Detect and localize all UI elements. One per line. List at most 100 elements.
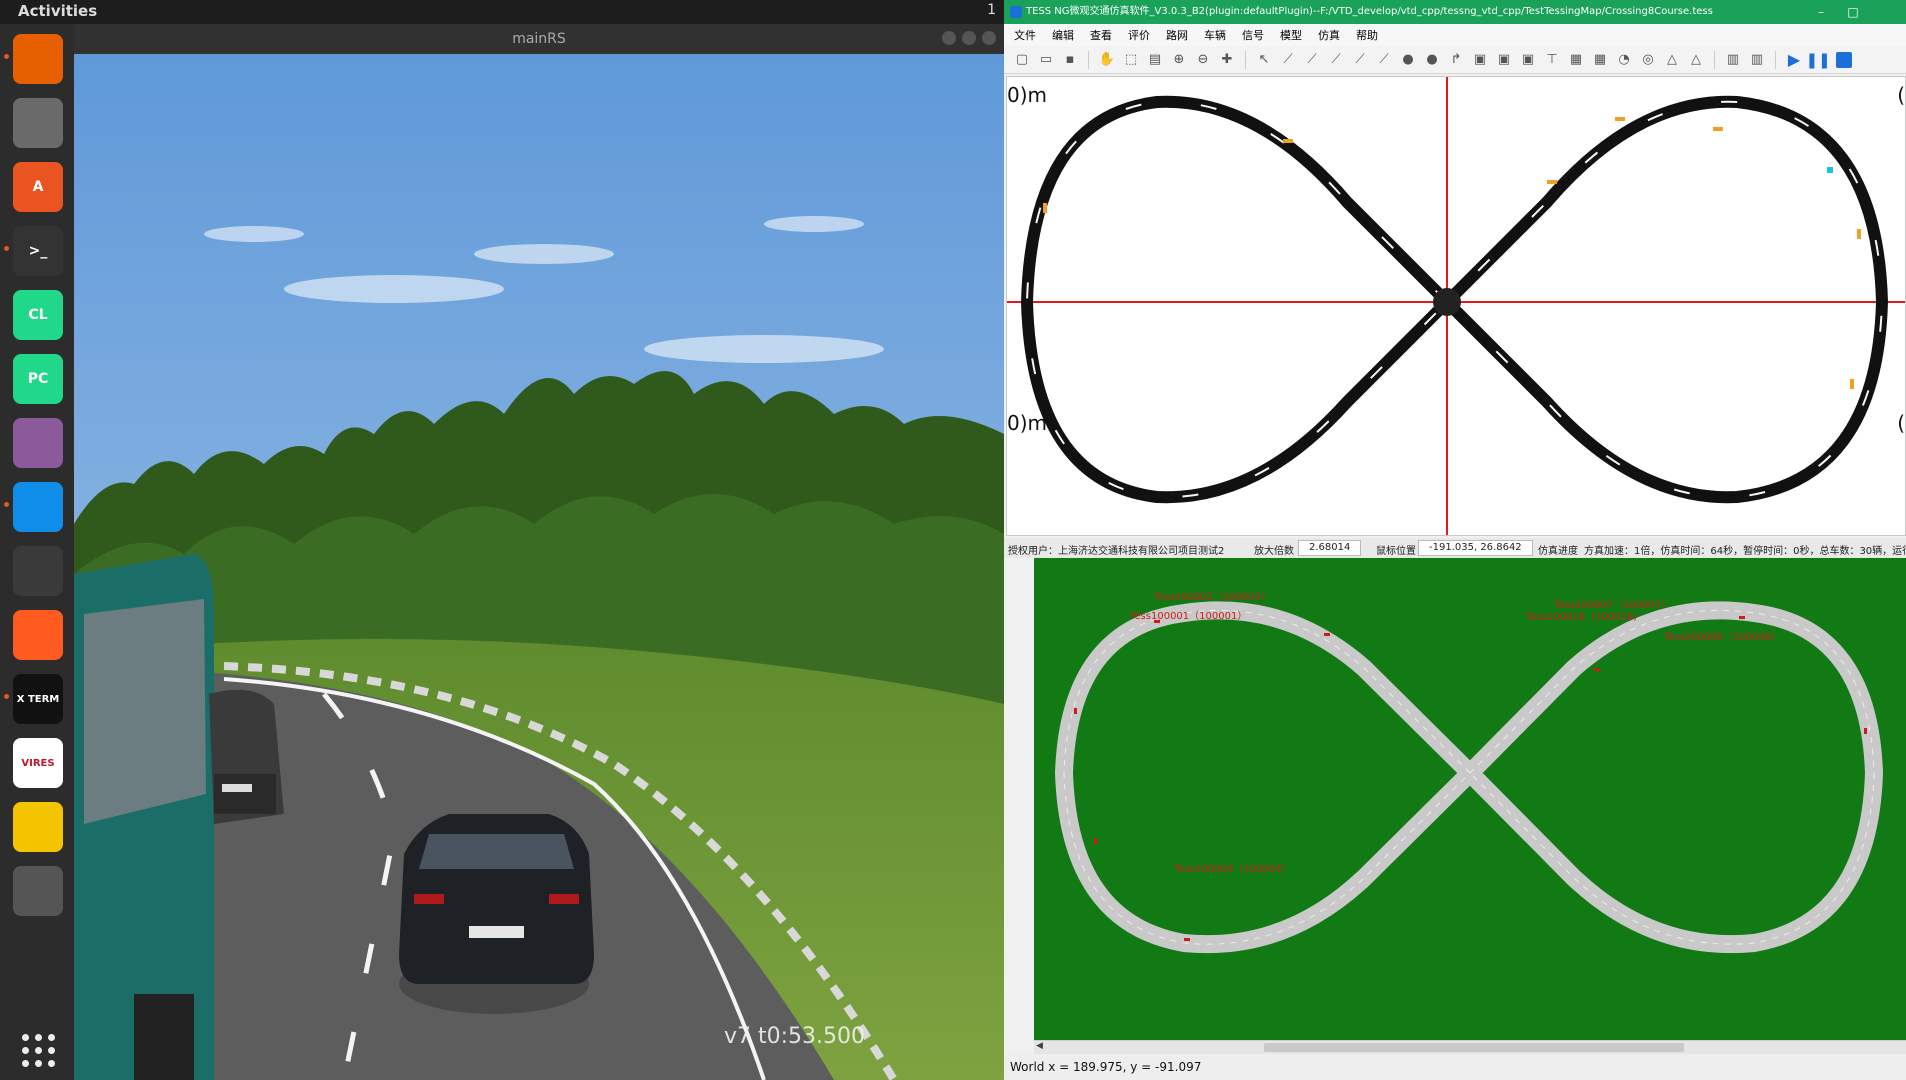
menu-item-7[interactable]: 模型 bbox=[1280, 27, 1302, 43]
3d-scene-view[interactable] bbox=[74, 54, 1004, 1080]
world-coordinates: World x = 189.975, y = -91.097 bbox=[1004, 1054, 1906, 1080]
panel-gutter bbox=[1004, 558, 1034, 1040]
intersection bbox=[1433, 288, 1461, 316]
open-file-icon[interactable]: ▭ bbox=[1036, 50, 1056, 70]
menu-item-4[interactable]: 路网 bbox=[1166, 27, 1188, 43]
system-monitor-icon[interactable] bbox=[13, 546, 63, 596]
layout-icon[interactable]: ▥ bbox=[1723, 50, 1743, 70]
mainrs-window[interactable]: mainRS v7 t0:53.500 bbox=[74, 24, 1004, 1080]
window-title: mainRS bbox=[512, 31, 566, 47]
zoom-label: 放大倍数 bbox=[1254, 546, 1294, 557]
sunlogin-icon[interactable] bbox=[13, 610, 63, 660]
dock-item-label: PC bbox=[27, 371, 49, 387]
warning-icon[interactable]: △ bbox=[1662, 50, 1682, 70]
scale-bracket-bottom: ( bbox=[1897, 411, 1905, 435]
parking-icon[interactable]: ⊤ bbox=[1542, 50, 1562, 70]
menu-item-0[interactable]: 文件 bbox=[1014, 27, 1036, 43]
menu-item-2[interactable]: 查看 bbox=[1090, 27, 1112, 43]
road-network-view[interactable]: 0)m 0)m ( ( bbox=[1006, 76, 1906, 536]
minimize-button[interactable] bbox=[942, 31, 956, 45]
dock-item-label: X TERM bbox=[16, 693, 60, 705]
mouse-position-label: 鼠标位置 bbox=[1376, 546, 1416, 557]
pointer-icon[interactable]: ↖ bbox=[1254, 50, 1274, 70]
menu-item-9[interactable]: 帮助 bbox=[1356, 27, 1378, 43]
select-area-icon[interactable]: ⬚ bbox=[1121, 50, 1141, 70]
mainrs-titlebar[interactable]: mainRS bbox=[74, 24, 1004, 54]
activities-button[interactable]: Activities bbox=[18, 2, 97, 20]
scale-label-bottom: 0)m bbox=[1007, 411, 1048, 435]
progress-label: 仿真进度 bbox=[1538, 546, 1578, 557]
menu-item-8[interactable]: 仿真 bbox=[1318, 27, 1340, 43]
stop-icon[interactable] bbox=[1836, 51, 1852, 68]
minimize-icon[interactable]: – bbox=[1806, 0, 1836, 24]
detector-icon[interactable]: ▣ bbox=[1494, 50, 1514, 70]
network-figure-eight bbox=[1054, 601, 1884, 954]
show-apps-icon[interactable] bbox=[22, 1034, 56, 1068]
maximize-button[interactable] bbox=[962, 31, 976, 45]
dock-item-label: VIRES bbox=[21, 757, 55, 769]
road-sign-icon[interactable] bbox=[13, 802, 63, 852]
bus-stop-icon[interactable]: ▣ bbox=[1518, 50, 1538, 70]
link-tool-icon[interactable]: ⟋ bbox=[1350, 50, 1370, 70]
workspace-indicator[interactable]: 1 bbox=[987, 2, 996, 18]
zoom-out-icon[interactable]: ⊖ bbox=[1193, 50, 1213, 70]
route-icon[interactable]: ● bbox=[1422, 50, 1442, 70]
new-file-icon[interactable]: ▢ bbox=[1012, 50, 1032, 70]
toolbar: ▢ ▭ ▪ ✋ ⬚ ▤ ⊕ ⊖ ✚ ↖ ⟋ ⟋ ⟋ ⟋ ⟋ ● ● ↱ ▣ ▣ … bbox=[1004, 46, 1906, 74]
vehicle-label: Tess200007（100007） bbox=[1554, 600, 1672, 611]
tess-titlebar[interactable]: TESS NG微观交通仿真软件_V3.0.3_B2(plugin:default… bbox=[1004, 0, 1906, 24]
menu-item-6[interactable]: 信号 bbox=[1242, 27, 1264, 43]
horizontal-scrollbar[interactable]: ◀ bbox=[1034, 1040, 1906, 1054]
toll-icon[interactable]: ▦ bbox=[1566, 50, 1586, 70]
road-tool-icon[interactable]: ⟋ bbox=[1278, 50, 1298, 70]
menu-item-5[interactable]: 车辆 bbox=[1204, 27, 1226, 43]
vehicle-input-icon[interactable]: ● bbox=[1398, 50, 1418, 70]
grid-icon[interactable]: ▤ bbox=[1145, 50, 1165, 70]
scale-bracket-top: ( bbox=[1897, 83, 1905, 107]
fit-view-icon[interactable]: ✚ bbox=[1217, 50, 1237, 70]
priority-icon[interactable]: ▦ bbox=[1590, 50, 1610, 70]
lane-tool-icon[interactable]: ⟋ bbox=[1326, 50, 1346, 70]
car-left bbox=[209, 689, 284, 824]
speed-icon[interactable]: ◔ bbox=[1614, 50, 1634, 70]
top-bar: Activities 1 bbox=[0, 0, 1004, 24]
dock: VIRES X TERM PC CL >_ A bbox=[0, 24, 74, 1080]
maximize-icon[interactable]: □ bbox=[1838, 0, 1868, 24]
video-player-icon[interactable] bbox=[13, 418, 63, 468]
clion-icon[interactable]: CL bbox=[13, 290, 63, 340]
software-center-icon[interactable]: A bbox=[13, 162, 63, 212]
vires-icon[interactable]: VIRES bbox=[13, 738, 63, 788]
firefox-icon[interactable] bbox=[4, 34, 63, 84]
tess-window[interactable]: TESS NG微观交通仿真软件_V3.0.3_B2(plugin:default… bbox=[1004, 0, 1906, 1080]
reduced-speed-icon[interactable]: △ bbox=[1686, 50, 1706, 70]
pan-icon[interactable]: ✋ bbox=[1097, 50, 1117, 70]
speed-limit-icon[interactable]: ◎ bbox=[1638, 50, 1658, 70]
xterm-icon[interactable]: X TERM bbox=[4, 674, 63, 724]
segment-tool-icon[interactable]: ⟋ bbox=[1374, 50, 1394, 70]
scrollbar-thumb[interactable] bbox=[1264, 1043, 1684, 1052]
mouse-position-value: -191.035, 26.8642 bbox=[1418, 540, 1533, 556]
dock-item-label: CL bbox=[28, 307, 48, 323]
vehicle-label: Tess100001（100001） bbox=[1130, 611, 1248, 622]
teamviewer-icon[interactable] bbox=[4, 482, 63, 532]
pause-icon[interactable]: ❚❚ bbox=[1805, 50, 1830, 70]
pycharm-icon[interactable]: PC bbox=[13, 354, 63, 404]
sim-time-overlay: v7 t0:53.500 bbox=[724, 1024, 866, 1049]
scroll-left-icon[interactable]: ◀ bbox=[1036, 1041, 1043, 1051]
simulation-network-view[interactable]: Tess100001（100001） Tess200002（100002） Tess… bbox=[1034, 558, 1906, 1040]
vehicle-label: Tess200004（100004） bbox=[1174, 864, 1292, 875]
zoom-in-icon[interactable]: ⊕ bbox=[1169, 50, 1189, 70]
app-icon[interactable] bbox=[13, 866, 63, 916]
layout-2-icon[interactable]: ▥ bbox=[1747, 50, 1767, 70]
menu-item-1[interactable]: 编辑 bbox=[1052, 27, 1074, 43]
desktop: Activities 1 VIRES X TERM PC CL >_ A mainRS bbox=[0, 0, 1906, 1080]
play-icon[interactable]: ▶ bbox=[1784, 50, 1804, 70]
signal-head-icon[interactable]: ▣ bbox=[1470, 50, 1490, 70]
save-icon[interactable]: ▪ bbox=[1060, 50, 1080, 70]
decision-point-icon[interactable]: ↱ bbox=[1446, 50, 1466, 70]
menu-item-3[interactable]: 评价 bbox=[1128, 27, 1150, 43]
connector-tool-icon[interactable]: ⟋ bbox=[1302, 50, 1322, 70]
terminal-icon[interactable]: >_ bbox=[4, 226, 63, 276]
close-button[interactable] bbox=[982, 31, 996, 45]
files-icon[interactable] bbox=[13, 98, 63, 148]
